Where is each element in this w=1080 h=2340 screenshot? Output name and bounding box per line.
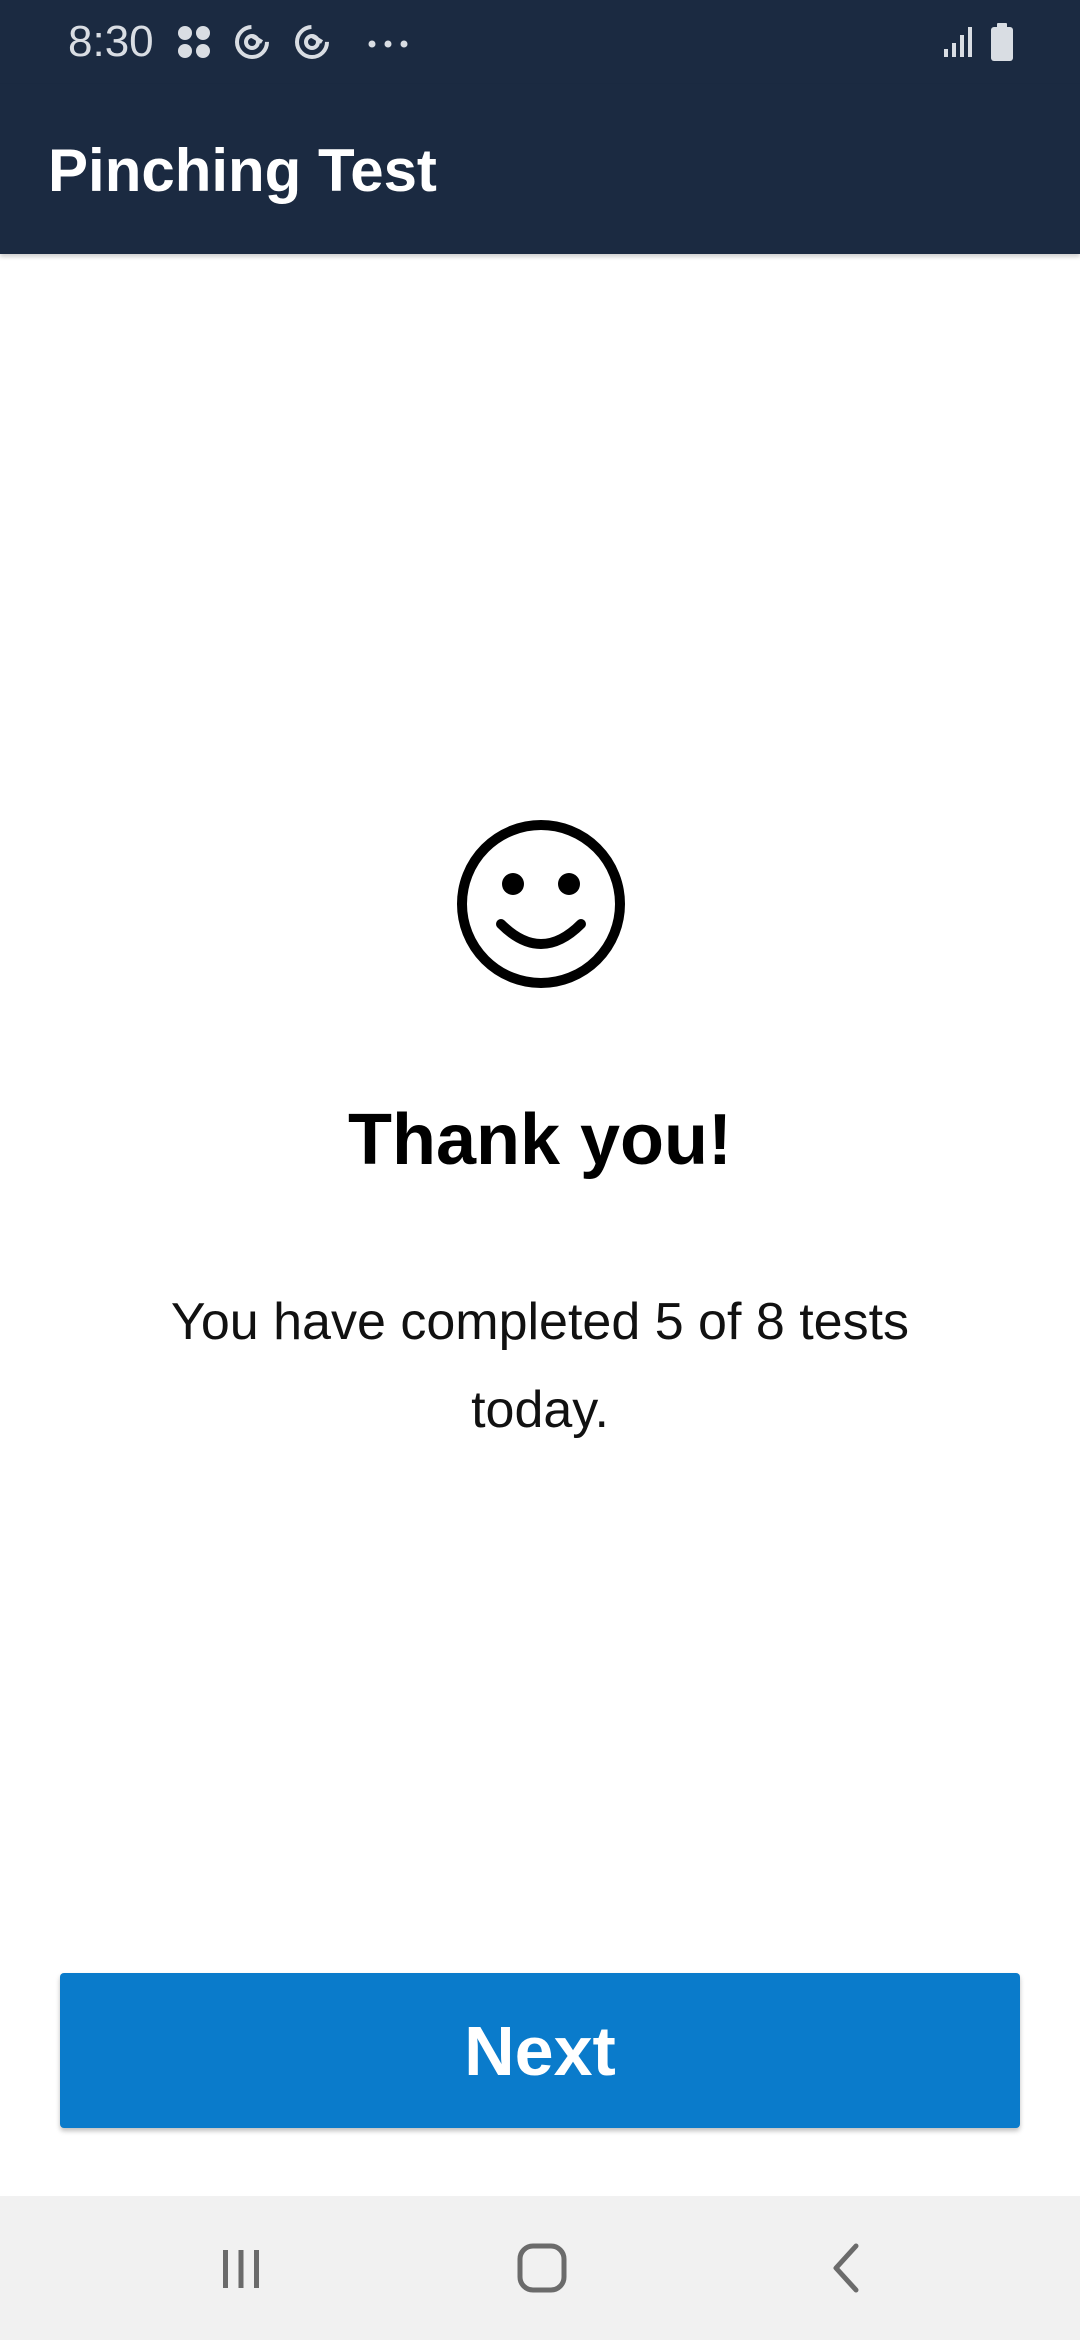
notification-icons: [176, 18, 410, 66]
home-button[interactable]: [462, 2196, 622, 2340]
back-icon: [833, 2243, 859, 2293]
system-icons: [942, 18, 1014, 66]
status-bar: 8:30: [0, 0, 1080, 84]
app-bar: Pinching Test: [0, 84, 1080, 254]
app-grid-icon: [178, 26, 210, 58]
status-time: 8:30: [68, 17, 154, 66]
smiley-face-icon: [457, 820, 625, 988]
page-title: Pinching Test: [48, 137, 437, 204]
recent-apps-icon: [223, 2250, 259, 2288]
completion-message: You have completed 5 of 8 tests today.: [170, 1293, 910, 1439]
sync-icon: [295, 25, 329, 59]
system-nav-bar: [0, 2196, 1080, 2340]
sync-icon: [235, 25, 269, 59]
thank-you-heading: Thank you!: [347, 1100, 732, 1180]
screen: 8:30 Pinching Test Thank you! You have c…: [0, 0, 1080, 2340]
signal-icon: [944, 27, 972, 57]
home-icon: [517, 2243, 567, 2293]
battery-icon: [991, 23, 1013, 61]
next-button[interactable]: Next: [60, 1973, 1020, 2128]
back-button[interactable]: [766, 2196, 926, 2340]
more-dots-icon: [368, 40, 408, 48]
recent-apps-button[interactable]: [161, 2196, 321, 2340]
